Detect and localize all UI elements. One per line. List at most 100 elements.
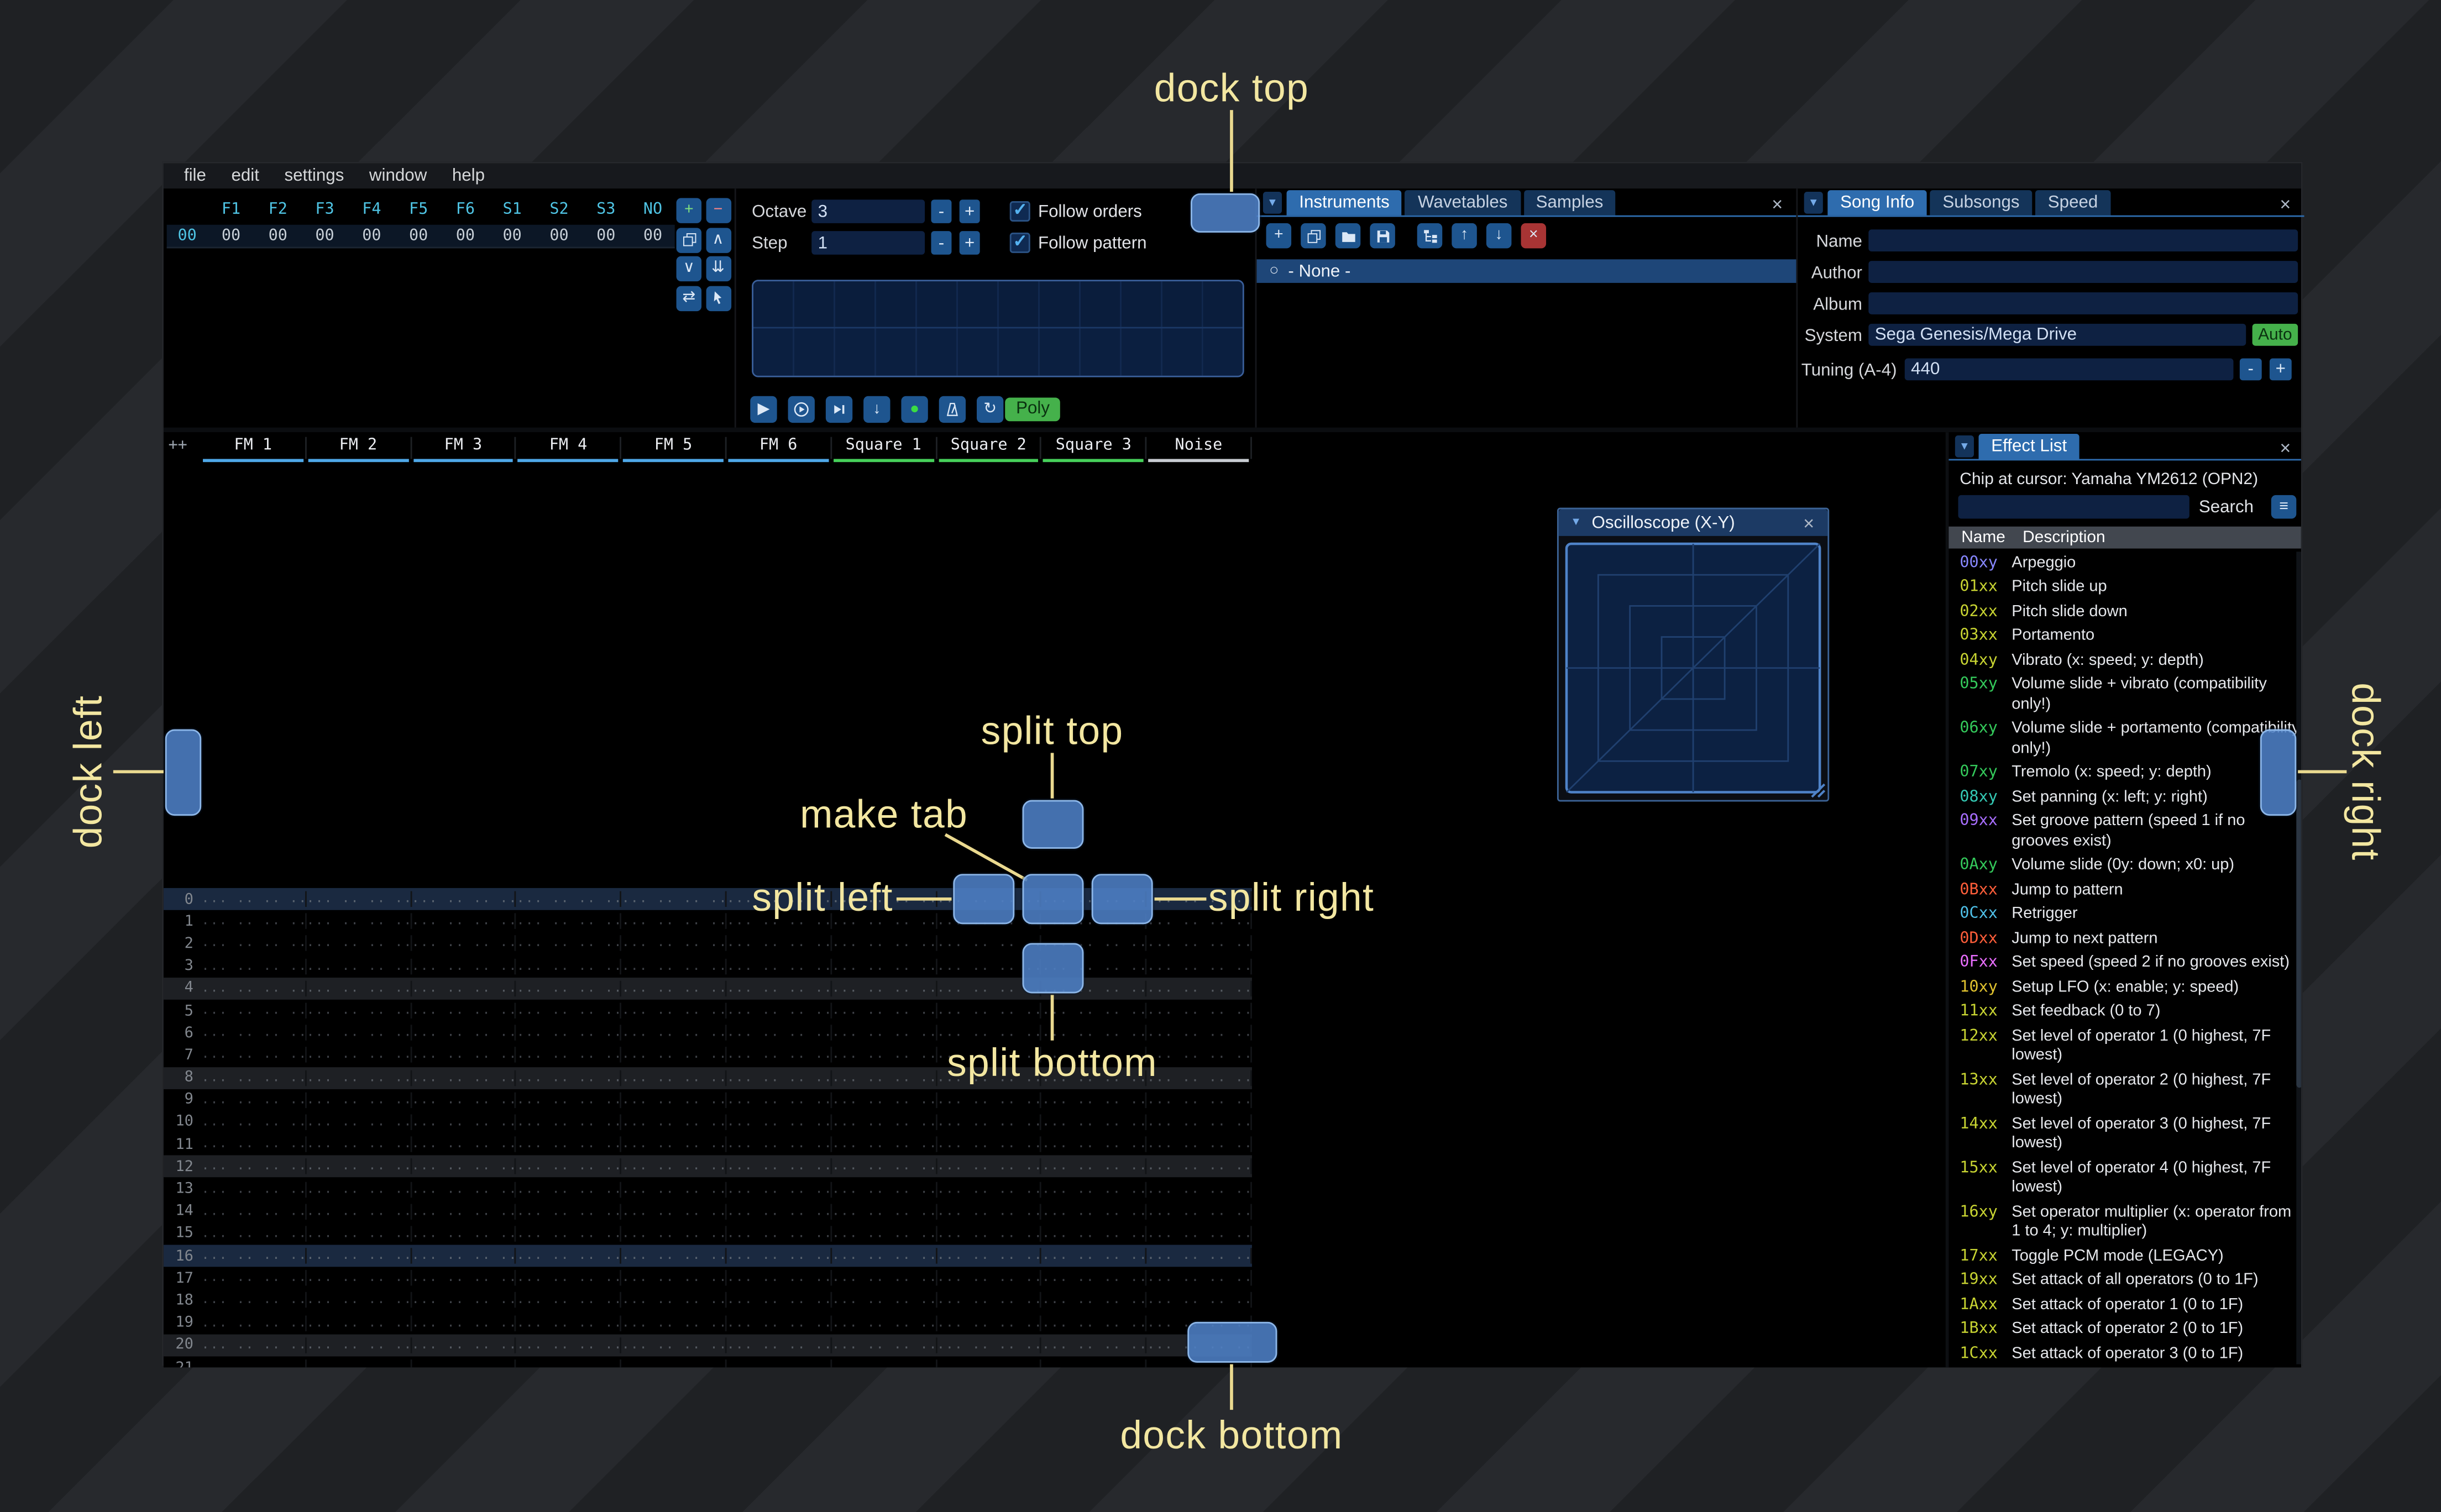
instrument-folder-view-button[interactable]	[1417, 223, 1443, 249]
effect-row-14xx[interactable]: 14xx Set level of operator 3 (0 highest, …	[1948, 1113, 2301, 1157]
instruments-tab-instruments[interactable]: Instruments	[1286, 190, 1402, 216]
effect-row-04xy[interactable]: 04xy Vibrato (x: speed; y: depth)	[1948, 649, 2301, 674]
pattern-cell[interactable]: ... .. .. ....	[937, 1025, 1042, 1041]
effect-row-0bxx[interactable]: 0Bxx Jump to pattern	[1948, 879, 2301, 903]
play-from-cursor-button[interactable]	[825, 396, 853, 423]
pattern-cell[interactable]: ... .. .. ....	[306, 1248, 412, 1264]
add-instrument-button[interactable]: +	[1266, 223, 1292, 249]
pattern-row[interactable]: 16... .. .. ....... .. .. ....... .. .. …	[163, 1245, 1252, 1267]
pattern-row[interactable]: 17... .. .. ....... .. .. ....... .. .. …	[164, 1267, 1252, 1289]
order-cell[interactable]: 00	[583, 227, 630, 244]
pattern-cell[interactable]: ... .. .. ....	[1042, 1248, 1147, 1264]
pattern-cell[interactable]: ... .. .. ....	[621, 1226, 727, 1242]
octave-decrease-button[interactable]: -	[931, 200, 952, 223]
resize-grip-icon[interactable]	[1810, 783, 1826, 798]
pattern-cell[interactable]: ... .. .. ....	[621, 1293, 727, 1309]
pattern-cell[interactable]: ... .. .. ....	[727, 1315, 832, 1331]
pattern-cell[interactable]: ... .. .. ....	[411, 1293, 517, 1309]
pattern-cell[interactable]: ... .. .. ....	[516, 1114, 622, 1130]
pattern-row[interactable]: 4... .. .. ....... .. .. ....... .. .. .…	[163, 977, 1252, 1000]
menu-item-file[interactable]: file	[171, 164, 219, 189]
channel-header-fm-6[interactable]: FM 6	[727, 437, 832, 463]
split-right-target[interactable]	[1091, 874, 1153, 925]
pattern-cell[interactable]: ... .. .. ....	[727, 1226, 832, 1242]
pattern-cell[interactable]: ... .. .. ....	[727, 958, 832, 974]
pattern-cell[interactable]: ... .. .. ....	[306, 914, 412, 930]
pattern-cell[interactable]: ... .. .. ....	[1042, 1315, 1147, 1331]
pattern-cell[interactable]: ... .. .. ....	[306, 1114, 412, 1130]
pattern-cell[interactable]: ... .. .. ....	[306, 1181, 412, 1197]
pattern-cell[interactable]: ... .. .. ....	[201, 1248, 307, 1264]
effect-row-02xx[interactable]: 02xx Pitch slide down	[1948, 600, 2301, 624]
pattern-cell[interactable]: ... .. .. ....	[727, 1270, 832, 1287]
channel-header-fm-5[interactable]: FM 5	[621, 437, 727, 463]
dock-bottom-target[interactable]	[1187, 1321, 1277, 1363]
follow-orders-checkbox[interactable]	[1009, 200, 1030, 222]
make-tab-target[interactable]	[1022, 874, 1084, 925]
pattern-cell[interactable]: ... .. .. ....	[937, 1114, 1042, 1130]
play-pattern-button[interactable]	[788, 396, 815, 423]
pattern-cell[interactable]: ... .. .. ....	[411, 958, 517, 974]
order-edit-mode-button[interactable]	[705, 285, 731, 311]
octave-increase-button[interactable]: +	[959, 200, 980, 223]
pattern-cell[interactable]: ... .. .. ....	[306, 1226, 412, 1242]
pattern-cell[interactable]: ... .. .. ....	[1147, 1181, 1252, 1197]
pattern-cell[interactable]: ... .. .. ....	[727, 1181, 832, 1197]
author-input[interactable]	[1868, 261, 2298, 283]
effect-row-10xy[interactable]: 10xy Setup LFO (x: enable; y: speed)	[1948, 976, 2301, 1000]
pattern-cell[interactable]: ... .. .. ....	[727, 1114, 832, 1130]
order-add-at-end-button[interactable]: ⇊	[705, 256, 731, 282]
pattern-cell[interactable]: ... .. .. ....	[411, 936, 517, 952]
channel-header-noise[interactable]: Noise	[1147, 437, 1252, 463]
move-instrument-down-button[interactable]: ↓	[1486, 223, 1512, 249]
pattern-cell[interactable]: ... .. .. ....	[621, 1248, 727, 1264]
pattern-cell[interactable]: ... .. .. ....	[306, 1002, 412, 1019]
pattern-cell[interactable]: ... .. .. ....	[1042, 1226, 1147, 1242]
pattern-cell[interactable]: ... .. .. ....	[1147, 1203, 1252, 1220]
pattern-cell[interactable]: ... .. .. ....	[306, 936, 412, 952]
pattern-cell[interactable]: ... .. .. ....	[621, 1114, 727, 1130]
move-order-up-button[interactable]: ∧	[705, 227, 731, 253]
effect-row-07xy[interactable]: 07xy Tremolo (x: speed; y: depth)	[1948, 762, 2301, 786]
pattern-cell[interactable]: ... .. .. ....	[727, 1069, 832, 1086]
pattern-cell[interactable]: ... .. .. ....	[201, 1315, 307, 1331]
pattern-cell[interactable]: ... .. .. ....	[832, 1359, 937, 1368]
close-icon[interactable]	[2274, 437, 2296, 459]
pattern-cell[interactable]: ... .. .. ....	[201, 1069, 307, 1086]
pattern-cell[interactable]: ... .. .. ....	[201, 1181, 307, 1197]
menu-item-settings[interactable]: settings	[272, 164, 357, 189]
menu-item-edit[interactable]: edit	[219, 164, 272, 189]
channel-header-square-1[interactable]: Square 1	[832, 437, 937, 463]
effect-list-tab[interactable]: Effect List	[1978, 433, 2079, 459]
pattern-cell[interactable]: ... .. .. ....	[621, 1315, 727, 1331]
order-cell[interactable]: 00	[442, 227, 489, 244]
menu-item-help[interactable]: help	[439, 164, 497, 189]
pattern-cell[interactable]: ... .. .. ....	[306, 1315, 412, 1331]
pattern-row[interactable]: 9... .. .. ....... .. .. ....... .. .. .…	[164, 1089, 1252, 1111]
pattern-cell[interactable]: ... .. .. ....	[411, 1025, 517, 1041]
pattern-cell[interactable]: ... .. .. ....	[937, 1337, 1042, 1353]
pattern-row[interactable]: 5... .. .. ....... .. .. ....... .. .. .…	[164, 1000, 1252, 1022]
effect-row-00xy[interactable]: 00xy Arpeggio	[1948, 552, 2301, 576]
pattern-cell[interactable]: ... .. .. ....	[411, 1203, 517, 1220]
pattern-row[interactable]: 1... .. .. ....... .. .. ....... .. .. .…	[164, 910, 1252, 932]
pattern-cell[interactable]: ... .. .. ....	[937, 1159, 1042, 1175]
piano-upper-octave[interactable]	[753, 281, 1243, 329]
close-icon[interactable]	[1766, 193, 1788, 216]
pattern-row[interactable]: 3... .. .. ....... .. .. ....... .. .. .…	[164, 955, 1252, 977]
instruments-tab-samples[interactable]: Samples	[1523, 190, 1616, 216]
effect-row-01xx[interactable]: 01xx Pitch slide up	[1948, 576, 2301, 600]
pattern-cell[interactable]: ... .. .. ....	[621, 914, 727, 930]
pattern-cell[interactable]: ... .. .. ....	[201, 1159, 307, 1175]
order-row-index[interactable]: 00	[167, 227, 208, 244]
pattern-cell[interactable]: ... .. .. ....	[201, 891, 307, 907]
pattern-cell[interactable]: ... .. .. ....	[306, 1270, 412, 1287]
pattern-cell[interactable]: ... .. .. ....	[201, 1226, 307, 1242]
pattern-cell[interactable]: ... .. .. ....	[832, 1114, 937, 1130]
pattern-cell[interactable]: ... .. .. ....	[411, 891, 517, 907]
pattern-cell[interactable]: ... .. .. ....	[516, 1270, 622, 1287]
pattern-cell[interactable]: ... .. .. ....	[727, 1136, 832, 1153]
pattern-cell[interactable]: ... .. .. ....	[832, 1181, 937, 1197]
system-auto-button[interactable]: Auto	[2252, 323, 2298, 346]
pattern-cell[interactable]: ... .. .. ....	[832, 1092, 937, 1108]
